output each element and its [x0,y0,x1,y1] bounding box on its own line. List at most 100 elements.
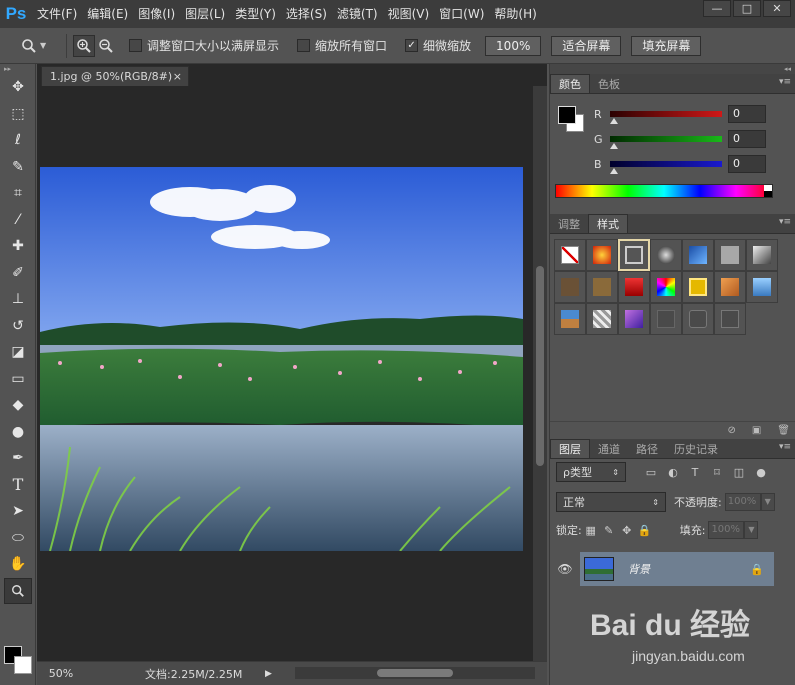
panel-grip[interactable]: ▸▸ [0,64,35,74]
blue-value-field[interactable]: 0 [728,155,766,173]
tab-channels[interactable]: 通道 [590,439,628,458]
layer-filter-select[interactable]: ρ类型 ⇕ [556,462,626,482]
smart-object-filter-icon[interactable]: ◫ [728,466,750,479]
foreground-color-swatch[interactable] [558,106,576,124]
vertical-scrollbar[interactable] [533,86,547,661]
eye-icon[interactable]: 👁 [550,562,580,576]
scrollbar-thumb[interactable] [377,669,453,677]
document-image[interactable] [40,167,523,551]
layer-row[interactable]: 👁 背景 🔒 [550,552,795,586]
chevron-down-icon[interactable]: ▼ [744,521,759,539]
menu-help[interactable]: 帮助(H) [489,0,541,28]
tab-swatches[interactable]: 色板 [590,74,628,93]
style-swatch[interactable] [586,271,618,303]
image-filter-icon[interactable]: ▭ [640,466,662,479]
green-value-field[interactable]: 0 [728,130,766,148]
horizontal-scrollbar[interactable] [295,667,535,679]
style-swatch[interactable] [682,303,714,335]
tab-history[interactable]: 历史记录 [666,439,726,458]
tool-preset-picker[interactable]: ▼ [18,35,60,57]
style-swatch[interactable] [650,239,682,271]
menu-view[interactable]: 视图(V) [383,0,435,28]
blur-tool-icon[interactable]: ◆ [0,392,36,419]
document-tab[interactable]: 1.jpg @ 50%(RGB/8#) × [41,66,189,86]
lock-all-icon[interactable]: 🔒 [636,524,654,537]
color-spectrum[interactable] [555,184,773,198]
style-swatch[interactable] [682,239,714,271]
background-color-swatch[interactable] [14,656,32,674]
history-brush-tool-icon[interactable]: ↺ [0,313,36,340]
menu-select[interactable]: 选择(S) [281,0,332,28]
clear-style-icon[interactable]: ⊘ [727,425,735,436]
type-tool-icon[interactable]: T [0,472,36,499]
panel-menu-icon[interactable]: ▾≡ [779,77,791,87]
eraser-tool-icon[interactable]: ◪ [0,339,36,366]
style-swatch[interactable] [650,271,682,303]
crop-tool-icon[interactable]: ⌗ [0,180,36,207]
lock-move-icon[interactable]: ✥ [618,524,636,537]
fill-field[interactable]: 100% [708,521,745,539]
style-swatch[interactable] [586,303,618,335]
blend-mode-select[interactable]: 正常 ⇕ [556,492,666,512]
lock-brush-icon[interactable]: ✎ [600,524,618,537]
menu-layer[interactable]: 图层(L) [180,0,230,28]
panel-menu-icon[interactable]: ▾≡ [779,217,791,227]
lasso-tool-icon[interactable]: ℓ [0,127,36,154]
red-value-field[interactable]: 0 [728,105,766,123]
tab-styles[interactable]: 样式 [588,214,628,233]
chevron-down-icon[interactable]: ▼ [760,493,775,511]
menu-image[interactable]: 图像(I) [133,0,180,28]
move-tool-icon[interactable]: ✥ [0,74,36,101]
path-select-tool-icon[interactable]: ➤ [0,498,36,525]
green-slider[interactable] [610,136,722,149]
tab-paths[interactable]: 路径 [628,439,666,458]
opacity-field[interactable]: 100% [724,493,761,511]
menu-filter[interactable]: 滤镜(T) [332,0,383,28]
tab-layers[interactable]: 图层 [550,439,590,458]
shape-filter-icon[interactable]: ⌑ [706,466,728,479]
blue-slider[interactable] [610,161,722,174]
type-filter-icon[interactable]: T [684,466,706,479]
canvas[interactable] [37,86,533,661]
maximize-button[interactable]: □ [733,0,761,17]
trash-icon[interactable]: 🗑 [777,425,790,436]
style-swatch[interactable] [586,239,618,271]
new-style-icon[interactable]: ▣ [752,425,761,436]
gradient-tool-icon[interactable]: ▭ [0,366,36,393]
zoom-all-checkbox[interactable] [297,39,311,52]
menu-window[interactable]: 窗口(W) [434,0,489,28]
zoom-in-button[interactable] [73,34,95,57]
style-swatch[interactable] [618,271,650,303]
marquee-tool-icon[interactable]: ⬚ [0,101,36,128]
resize-windows-checkbox[interactable] [129,39,142,52]
style-swatch[interactable] [554,271,586,303]
panel-grip[interactable]: ◂◂ [550,64,795,74]
style-swatch[interactable] [618,239,650,271]
fill-screen-button[interactable]: 填充屏幕 [631,35,702,56]
style-swatch[interactable] [746,239,778,271]
menu-file[interactable]: 文件(F) [32,0,82,28]
healing-brush-tool-icon[interactable]: ✚ [0,233,36,260]
style-swatch[interactable] [650,303,682,335]
clone-stamp-tool-icon[interactable]: ⊥ [0,286,36,313]
red-slider[interactable] [610,111,722,124]
lock-transparent-icon[interactable]: ▦ [582,524,600,537]
panel-menu-icon[interactable]: ▾≡ [779,442,791,452]
menu-type[interactable]: 类型(Y) [230,0,281,28]
status-menu-arrow-icon[interactable]: ▶ [265,669,272,679]
quick-select-tool-icon[interactable]: ✎ [0,154,36,181]
black-white-swatch[interactable] [764,185,772,197]
pen-tool-icon[interactable]: ✒ [0,445,36,472]
shape-tool-icon[interactable]: ⬭ [0,525,36,552]
menu-edit[interactable]: 编辑(E) [82,0,133,28]
zoom-out-button[interactable] [95,35,117,57]
scrollbar-thumb[interactable] [536,266,544,466]
zoom-tool-button[interactable] [4,577,32,604]
filter-toggle-icon[interactable]: ● [750,466,772,479]
style-swatch[interactable] [618,303,650,335]
zoom-level[interactable]: 50% [37,667,85,680]
brush-tool-icon[interactable]: ✐ [0,260,36,287]
adjustment-filter-icon[interactable]: ◐ [662,466,684,479]
layer-selected[interactable]: 背景 🔒 [580,552,774,586]
style-swatch[interactable] [714,239,746,271]
